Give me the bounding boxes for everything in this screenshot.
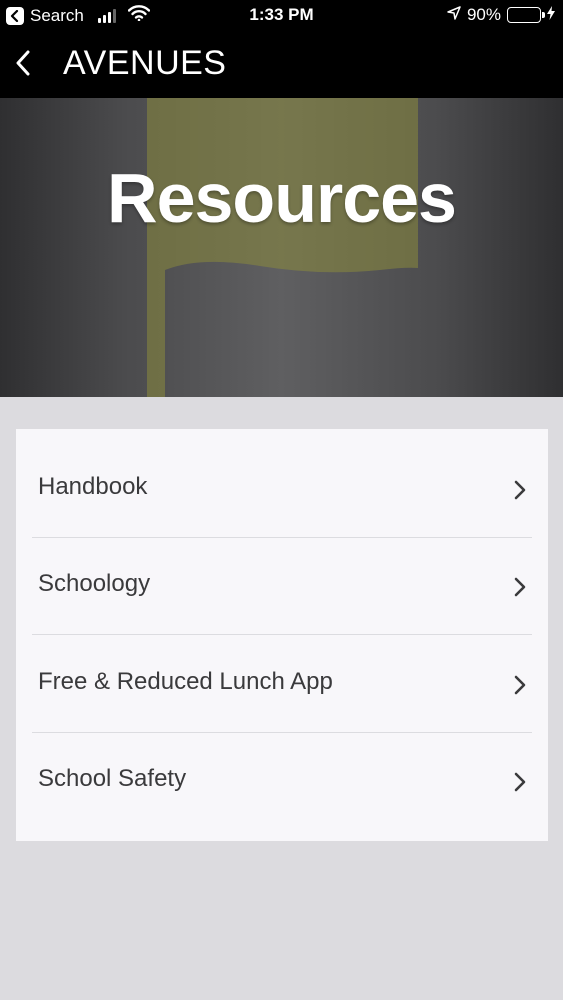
list-item-label: Handbook <box>38 473 148 500</box>
back-button[interactable] <box>8 50 38 80</box>
battery-percent: 90% <box>466 5 501 24</box>
chevron-left-icon <box>15 50 31 81</box>
battery-icon <box>507 7 545 23</box>
chevron-right-icon <box>512 673 528 697</box>
charging-bolt-icon <box>547 5 555 25</box>
divider <box>32 634 532 635</box>
page-title: AVENUES <box>63 44 227 82</box>
navigation-bar: AVENUES <box>0 32 563 98</box>
flag-graphic <box>147 98 418 397</box>
list-item-school-safety[interactable]: School Safety <box>16 733 548 830</box>
chevron-right-icon <box>512 575 528 599</box>
list-item-free-reduced-lunch-app[interactable]: Free & Reduced Lunch App <box>16 636 548 733</box>
chevron-right-icon <box>512 770 528 794</box>
location-arrow-icon <box>447 5 461 25</box>
list-item-label: Schoology <box>38 570 151 597</box>
chevron-right-icon <box>512 478 528 502</box>
list-item-label: School Safety <box>38 765 187 792</box>
status-bar: Search 1:33 PM 90% <box>0 0 563 32</box>
banner-title: Resources <box>107 159 457 237</box>
list-item-label: Free & Reduced Lunch App <box>38 668 333 695</box>
list-item-handbook[interactable]: Handbook <box>16 441 548 538</box>
resources-list: Handbook Schoology Free & Reduced Lunch … <box>16 429 548 841</box>
list-item-schoology[interactable]: Schoology <box>16 538 548 635</box>
resources-banner: Resources <box>0 98 563 397</box>
